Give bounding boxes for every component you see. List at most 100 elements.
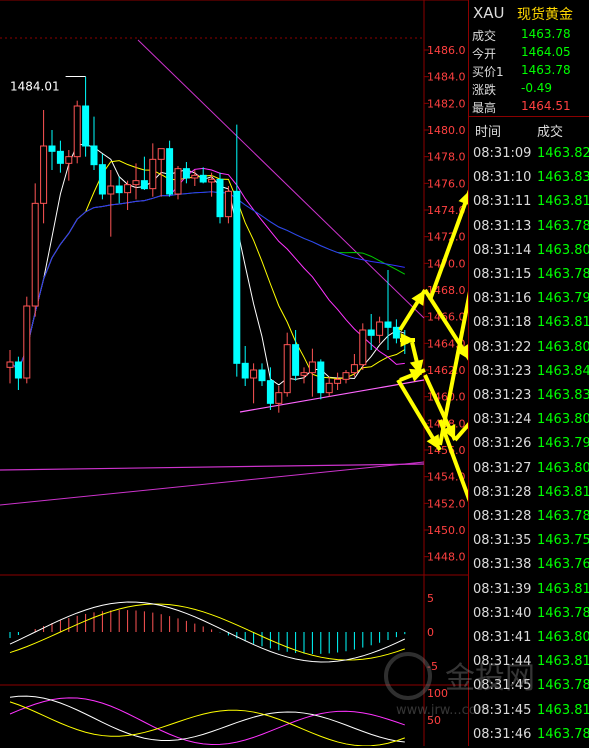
tick-time: 08:31:10 — [473, 170, 532, 186]
tick-row[interactable]: 08:31:18 1463.81 — [469, 312, 589, 336]
tick-price: 1463.76 — [537, 557, 589, 573]
tick-time: 08:31:35 — [473, 533, 532, 549]
quote-value: 1463.78 — [521, 63, 571, 77]
candle-body — [250, 369, 258, 379]
tick-row[interactable]: 08:31:26 1463.79 — [469, 433, 589, 457]
tick-price: 1463.78 — [537, 726, 589, 742]
tick-price: 1463.80 — [537, 412, 589, 428]
tick-time: 08:31:18 — [473, 315, 532, 331]
tick-row[interactable]: 08:31:10 1463.83 — [469, 167, 589, 191]
tick-price: 1463.80 — [537, 242, 589, 258]
candle-body — [233, 190, 241, 364]
candle-body — [182, 168, 190, 179]
candle-body — [317, 361, 325, 394]
tick-row[interactable]: 08:31:40 1463.78 — [469, 603, 589, 627]
candle-body — [166, 148, 174, 195]
tick-row[interactable]: 08:31:15 1463.78 — [469, 264, 589, 288]
candle-body — [65, 156, 73, 164]
tick-row[interactable]: 08:31:39 1463.81 — [469, 579, 589, 603]
candle-body — [48, 145, 56, 152]
y-tick-label: 1462.0 — [427, 364, 466, 377]
quote-label: 今开 — [472, 47, 497, 61]
candle-body — [140, 180, 148, 190]
candle-body — [275, 392, 283, 404]
tick-row[interactable]: 08:31:09 1463.82 — [469, 143, 589, 167]
tick-time: 08:31:11 — [473, 194, 532, 210]
tick-price: 1463.82 — [537, 146, 589, 161]
quote-row: 买价1 1463.78 — [469, 62, 589, 80]
y-tick-label: 1484.0 — [427, 71, 466, 84]
candle-body — [14, 361, 22, 379]
candle-body — [300, 372, 308, 376]
tick-row[interactable]: 08:31:16 1463.79 — [469, 288, 589, 312]
tick-row[interactable]: 08:31:11 1463.81 — [469, 191, 589, 215]
candle-body — [82, 105, 90, 147]
watermark-logo-icon — [384, 652, 432, 700]
tick-row[interactable]: 08:31:22 1463.80 — [469, 337, 589, 361]
tick-price: 1463.75 — [537, 533, 589, 549]
tick-row[interactable]: 08:31:24 1463.80 — [469, 409, 589, 433]
tick-row[interactable]: 08:31:38 1463.76 — [469, 554, 589, 578]
tick-row[interactable]: 08:31:14 1463.80 — [469, 240, 589, 264]
quote-row: 最高 1464.51 — [469, 98, 589, 116]
candle-body — [73, 105, 81, 158]
candle-body — [266, 380, 274, 404]
ma20-line — [9, 167, 405, 371]
tick-row[interactable]: 08:31:35 1463.75 — [469, 530, 589, 554]
quote-label: 买价1 — [472, 65, 504, 79]
candle-body — [124, 184, 132, 194]
ma5-line — [9, 144, 405, 386]
tick-price: 1463.78 — [537, 605, 589, 621]
ma40-line — [9, 191, 406, 371]
watermark-text: 金投网 — [445, 661, 535, 696]
tick-time: 08:31:23 — [473, 388, 532, 403]
y-tick-label: 1482.0 — [427, 97, 466, 110]
candle-body — [208, 178, 216, 183]
kdj-line — [9, 701, 405, 746]
tick-row[interactable]: 08:31:46 1463.78 — [469, 724, 589, 748]
instrument-name: 现货黄金 — [517, 7, 573, 23]
tick-header-time: 时间 — [475, 125, 502, 140]
candle-body — [23, 305, 31, 379]
candle-body — [308, 361, 316, 374]
high-label: 1484.01 — [10, 80, 60, 94]
trendline-lower — [0, 463, 425, 471]
candle-body — [191, 174, 199, 179]
candle-body — [56, 150, 64, 164]
quote-value: 1463.78 — [521, 27, 571, 41]
tick-price: 1463.79 — [537, 436, 589, 452]
ma60-line — [9, 191, 405, 371]
tick-row[interactable]: 08:31:13 1463.78 — [469, 216, 589, 240]
y-tick-label: 1456.0 — [427, 444, 466, 457]
y-tick-label: 1472.0 — [427, 231, 466, 244]
tick-row[interactable]: 08:31:28 1463.81 — [469, 482, 589, 506]
quote-value: 1464.05 — [521, 45, 571, 59]
y-tick-label: 1480.0 — [427, 124, 466, 137]
watermark: 金投网 www.jrw...com — [370, 640, 570, 720]
tick-row[interactable]: 08:31:23 1463.84 — [469, 361, 589, 385]
tick-price: 1463.80 — [537, 460, 589, 476]
candle-body — [98, 164, 106, 195]
tick-price: 1463.81 — [537, 315, 589, 331]
candle-body — [149, 158, 157, 190]
tick-table-header: 时间 成交 — [469, 116, 589, 143]
tick-time: 08:31:28 — [473, 509, 532, 524]
tick-time: 08:31:27 — [473, 460, 532, 476]
y-tick-label: 1452.0 — [427, 497, 466, 510]
tick-price: 1463.84 — [537, 363, 589, 379]
ma10-line — [9, 160, 406, 380]
chart-canvas[interactable]: 1486.01484.01482.01480.01478.01476.01474… — [0, 0, 468, 746]
tick-row[interactable]: 08:31:23 1463.83 — [469, 385, 589, 409]
tick-time: 08:31:46 — [473, 726, 532, 742]
tick-price: 1463.83 — [537, 170, 589, 186]
tick-row[interactable]: 08:31:28 1463.78 — [469, 506, 589, 530]
tick-time: 08:31:15 — [473, 267, 532, 282]
candle-body — [376, 321, 384, 336]
tick-row[interactable]: 08:31:27 1463.80 — [469, 458, 589, 482]
tick-time: 08:31:39 — [473, 581, 532, 597]
trendline-lower2 — [0, 461, 425, 506]
candlestick-chart-area[interactable]: 1486.0 1484.0 1482.0 1480.0 1478.0 1476.0 1474… — [0, 0, 468, 746]
tick-price: 1463.81 — [537, 581, 589, 597]
tick-price: 1463.81 — [537, 194, 589, 210]
candle-body — [384, 321, 392, 328]
